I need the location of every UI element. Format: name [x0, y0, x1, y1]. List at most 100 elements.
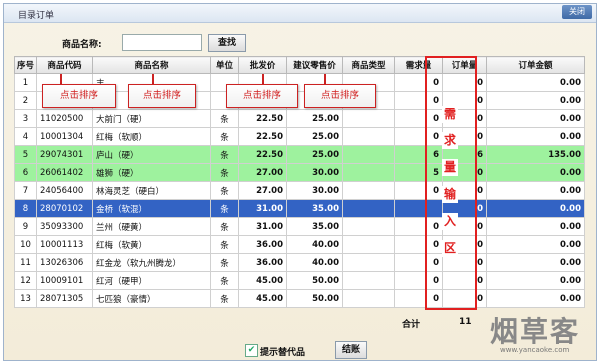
sort-callout-wholesale: 点击排序 [226, 84, 298, 108]
table-row[interactable]: 9 35093300 兰州（硬黄）条 31.00 35.00 0 0 0.00 [14, 217, 585, 236]
cell-unit: 条 [210, 199, 239, 218]
cell-order-amount: 0.00 [486, 235, 585, 254]
cell-seq: 9 [14, 217, 37, 236]
cell-order-amount: 0.00 [486, 181, 585, 200]
cell-type [342, 271, 395, 290]
table-row[interactable]: 3 11020500 大前门（硬）条 22.50 25.00 0 0 0.00 [14, 109, 585, 128]
close-button[interactable]: 关闭 [562, 5, 592, 19]
search-label: 商品名称: [62, 40, 102, 50]
header-unit: 单位 [210, 56, 239, 74]
cell-code: 28071305 [36, 289, 93, 308]
cell-seq: 13 [14, 289, 37, 308]
cell-type [342, 109, 395, 128]
cell-name: 红梅（软顺） [92, 127, 211, 146]
header-seq: 序号 [14, 56, 37, 74]
cell-order-amount: 0.00 [486, 73, 585, 92]
cell-unit: 条 [210, 235, 239, 254]
demand-label-char: 入 [442, 213, 458, 230]
sort-callout-code: 点击排序 [42, 84, 116, 108]
cell-wholesale-price: 22.50 [238, 127, 287, 146]
cell-code: 28070102 [36, 199, 93, 218]
table-row[interactable]: 12 10009101 红河（硬甲）条 45.00 50.00 0 0 0.00 [14, 271, 585, 290]
cell-retail-price: 25.00 [286, 145, 343, 164]
table-row[interactable]: 11 13026306 红金龙（软九州腾龙）条 36.00 40.00 0 0 0.00 [14, 253, 585, 272]
cell-code: 24056400 [36, 181, 93, 200]
cell-order-amount: 0.00 [486, 91, 585, 110]
cell-code: 35093300 [36, 217, 93, 236]
cell-code: 10009101 [36, 271, 93, 290]
cell-type [342, 127, 395, 146]
cell-name: 庐山（硬） [92, 145, 211, 164]
table-row[interactable]: 5 29074301 庐山（硬）条 22.50 25.00 6 6 135.00 [14, 145, 585, 164]
cell-name: 红河（硬甲） [92, 271, 211, 290]
table-row[interactable]: 6 26061402 雄狮（硬）条 27.00 30.00 5 0 0.00 [14, 163, 585, 182]
checkout-button[interactable]: 结账 [335, 341, 367, 359]
cell-name: 林海灵芝（硬白） [92, 181, 211, 200]
cell-code: 11020500 [36, 109, 93, 128]
cell-retail-price: 35.00 [286, 199, 343, 218]
cell-retail-price: 40.00 [286, 235, 343, 254]
sort-callout-name: 点击排序 [128, 84, 196, 108]
substitute-checkbox[interactable]: ✔ [245, 344, 258, 357]
cell-retail-price: 35.00 [286, 217, 343, 236]
cell-wholesale-price: 22.50 [238, 109, 287, 128]
cell-order-amount: 0.00 [486, 163, 585, 182]
cell-name: 七匹狼（豪情） [92, 289, 211, 308]
header-retail-price[interactable]: 建议零售价 [286, 56, 343, 74]
cell-wholesale-price: 36.00 [238, 253, 287, 272]
cell-code: 10001113 [36, 235, 93, 254]
cell-seq: 6 [14, 163, 37, 182]
cell-seq: 3 [14, 109, 37, 128]
cell-unit: 条 [210, 181, 239, 200]
cell-seq: 12 [14, 271, 37, 290]
cell-order-amount: 135.00 [486, 145, 585, 164]
table-row[interactable]: 10 10001113 红梅（软黄）条 36.00 40.00 0 0 0.00 [14, 235, 585, 254]
cell-code: 10001304 [36, 127, 93, 146]
table-row[interactable]: 4 10001304 红梅（软顺）条 22.50 25.00 0 0 0.00 [14, 127, 585, 146]
cell-wholesale-price: 31.00 [238, 217, 287, 236]
cell-name: 红金龙（软九州腾龙） [92, 253, 211, 272]
cell-order-amount: 0.00 [486, 253, 585, 272]
cell-unit: 条 [210, 289, 239, 308]
header-type: 商品类型 [342, 56, 395, 74]
cell-retail-price: 30.00 [286, 163, 343, 182]
cell-type [342, 253, 395, 272]
watermark-logo: 烟草客 [490, 315, 581, 348]
cell-seq: 4 [14, 127, 37, 146]
cell-unit: 条 [210, 145, 239, 164]
cell-order-amount: 0.00 [486, 127, 585, 146]
cell-seq: 7 [14, 181, 37, 200]
cell-retail-price: 50.00 [286, 289, 343, 308]
cell-name: 雄狮（硬） [92, 163, 211, 182]
cell-seq: 10 [14, 235, 37, 254]
cell-type [342, 181, 395, 200]
cell-wholesale-price: 27.00 [238, 163, 287, 182]
cell-retail-price: 40.00 [286, 253, 343, 272]
cell-order-amount: 0.00 [486, 199, 585, 218]
cell-seq: 1 [14, 73, 37, 92]
cell-order-amount: 0.00 [486, 271, 585, 290]
header-name[interactable]: 商品名称 [92, 56, 211, 74]
cell-name: 大前门（硬） [92, 109, 211, 128]
table-row[interactable]: 7 24056400 林海灵芝（硬白）条 27.00 30.00 0 0 0.00 [14, 181, 585, 200]
table-row[interactable]: 8 28070102 金桥（软混）条 31.00 35.00 0 0.00 [14, 199, 585, 218]
watermark-url: www.yancaoke.com [500, 346, 570, 354]
table-row[interactable]: 13 28071305 七匹狼（豪情）条 45.00 50.00 0 0 0.00 [14, 289, 585, 308]
find-button[interactable]: 查找 [208, 34, 246, 52]
cell-wholesale-price: 45.00 [238, 271, 287, 290]
header-code[interactable]: 商品代码 [36, 56, 93, 74]
product-name-input[interactable] [122, 34, 202, 51]
header-wholesale-price[interactable]: 批发价 [238, 56, 287, 74]
cell-type [342, 217, 395, 236]
cell-unit: 条 [210, 109, 239, 128]
cell-seq: 2 [14, 91, 37, 110]
cell-seq: 11 [14, 253, 37, 272]
cell-wholesale-price: 22.50 [238, 145, 287, 164]
order-window: 目录订单 关闭 商品名称: 查找 序号 商品代码 商品名称 单位 批发价 建议零… [3, 3, 597, 361]
cell-order-amount: 0.00 [486, 217, 585, 236]
demand-label-char: 需 [442, 106, 458, 123]
cell-name: 金桥（软混） [92, 199, 211, 218]
sort-callout-retail: 点击排序 [304, 84, 376, 108]
cell-unit: 条 [210, 163, 239, 182]
cell-seq: 5 [14, 145, 37, 164]
